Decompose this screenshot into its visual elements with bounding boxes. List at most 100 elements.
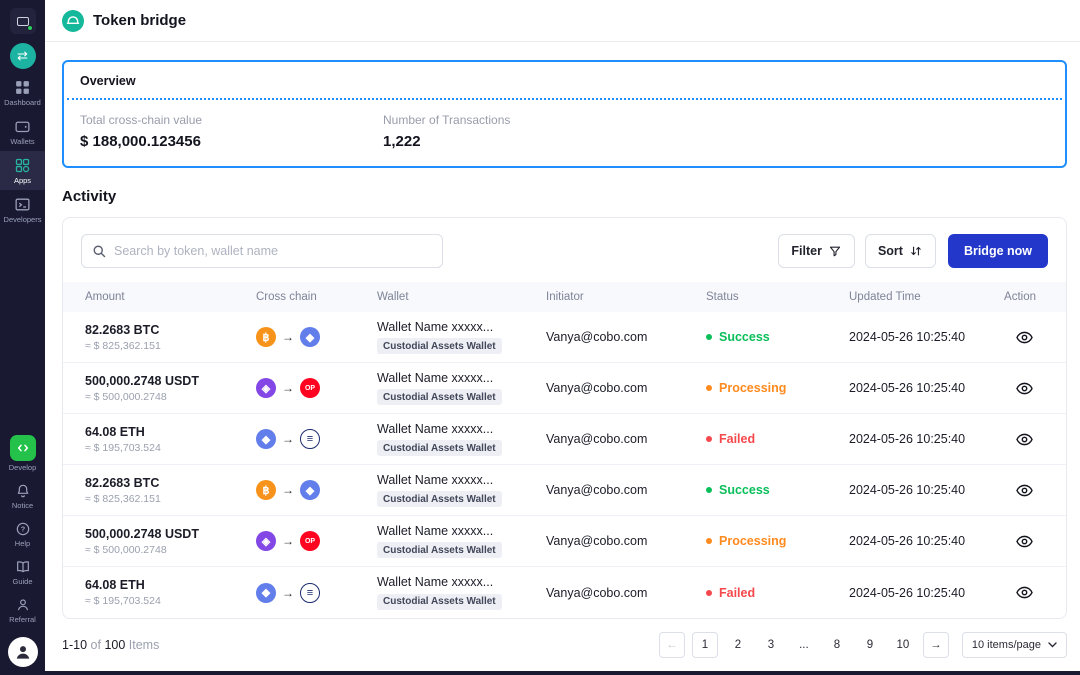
arrow-right-icon: → <box>282 586 294 600</box>
wallets-icon <box>14 118 31 135</box>
amount-cell: 82.2683 BTC≈ $ 825,362.151 <box>85 323 256 352</box>
action-cell <box>999 328 1044 347</box>
sidebar-item-wallets[interactable]: Wallets <box>0 112 45 151</box>
filter-button-label: Filter <box>791 244 822 258</box>
view-details-button[interactable] <box>1015 430 1034 449</box>
amount-usd-value: ≈ $ 500,000.2748 <box>85 391 256 403</box>
search-box[interactable] <box>81 234 443 268</box>
token-bridge-icon <box>62 10 84 32</box>
sidebar-item-label: Wallets <box>10 137 34 146</box>
view-details-button[interactable] <box>1015 481 1034 500</box>
page-button[interactable]: 3 <box>758 632 784 658</box>
column-header-status: Status <box>706 291 849 303</box>
overview-title: Overview <box>64 72 1065 98</box>
arrow-right-icon: → <box>930 639 942 651</box>
sidebar-item-label: Apps <box>14 176 31 185</box>
chevron-down-icon <box>1048 642 1057 648</box>
items-per-page-select[interactable]: 10 items/page <box>962 632 1067 658</box>
cross-chain-cell: ◈→OP <box>256 531 377 551</box>
search-input[interactable] <box>114 244 432 258</box>
view-details-button[interactable] <box>1015 583 1034 602</box>
status-dot <box>706 538 712 544</box>
logo-status-dot <box>27 25 33 31</box>
sidebar-item-label: Develop <box>9 463 37 472</box>
initiator-cell: Vanya@cobo.com <box>546 483 706 497</box>
updated-time-cell: 2024-05-26 10:25:40 <box>849 586 999 600</box>
table-row: 82.2683 BTC≈ $ 825,362.151฿→◆Wallet Name… <box>63 312 1066 363</box>
filter-button[interactable]: Filter <box>778 234 855 268</box>
bridge-now-label: Bridge now <box>964 244 1032 258</box>
initiator-cell: Vanya@cobo.com <box>546 586 706 600</box>
wallet-cell: Wallet Name xxxxx...Custodial Assets Wal… <box>377 524 546 559</box>
sidebar-item-notice[interactable]: Notice <box>0 477 45 515</box>
wallet-name: Wallet Name xxxxx... <box>377 320 546 334</box>
amount-value: 500,000.2748 USDT <box>85 374 256 388</box>
amount-cell: 500,000.2748 USDT ≈ $ 500,000.2748 <box>85 374 256 403</box>
svg-text:?: ? <box>20 525 25 534</box>
page-controls: ← 123... 89 10 → 10 items/page <box>659 632 1067 658</box>
sidebar-item-dashboard[interactable]: Dashboard <box>0 73 45 112</box>
sort-button[interactable]: Sort <box>865 234 936 268</box>
sidebar-item-referral[interactable]: Referral <box>0 591 45 629</box>
table-header: Amount Cross chain Wallet Initiator Stat… <box>63 282 1066 312</box>
sidebar-item-guide[interactable]: Guide <box>0 553 45 591</box>
amount-value: 82.2683 BTC <box>85 323 256 337</box>
page-button[interactable]: 9 <box>857 632 883 658</box>
amount-value: 64.08 ETH <box>85 425 256 439</box>
eth-coin-icon: ◆ <box>256 429 276 449</box>
page-button[interactable]: 10 <box>890 632 916 658</box>
amount-usd-value: ≈ $ 195,703.524 <box>85 442 256 454</box>
wallet-type-badge: Custodial Assets Wallet <box>377 491 502 507</box>
view-details-button[interactable] <box>1015 328 1034 347</box>
user-avatar[interactable] <box>8 637 38 667</box>
table-row: 64.08 ETH≈ $ 195,703.524◆→≡Wallet Name x… <box>63 567 1066 618</box>
sidebar-item-label: Developers <box>4 215 42 224</box>
wallet-cell: Wallet Name xxxxx...Custodial Assets Wal… <box>377 473 546 508</box>
sidebar-item-label: Guide <box>12 577 32 586</box>
wallet-type-badge: Custodial Assets Wallet <box>377 440 502 456</box>
column-header-amount: Amount <box>85 291 256 303</box>
page-button[interactable]: 2 <box>725 632 751 658</box>
activity-title: Activity <box>62 188 1067 205</box>
wallet-type-badge: Custodial Assets Wallet <box>377 542 502 558</box>
book-icon <box>15 559 31 575</box>
items-per-page-value: 10 items/page <box>972 639 1041 651</box>
sidebar-item-develop[interactable]: Develop <box>0 429 45 477</box>
pagination-range: 1-10 <box>62 638 87 652</box>
app-logo[interactable] <box>10 8 36 34</box>
toolbar: Filter Sort Bridge now <box>63 234 1066 282</box>
initiator-cell: Vanya@cobo.com <box>546 534 706 548</box>
apps-icon <box>14 157 31 174</box>
pagination-total: 100 <box>104 638 125 652</box>
sidebar-item-help[interactable]: ? Help <box>0 515 45 553</box>
dashboard-icon <box>14 79 31 96</box>
column-header-cross-chain: Cross chain <box>256 291 377 303</box>
wallet-cell: Wallet Name xxxxx...Custodial Assets Wal… <box>377 575 546 610</box>
view-details-button[interactable] <box>1015 379 1034 398</box>
sidebar-item-apps[interactable]: Apps <box>0 151 45 190</box>
page-ellipsis: ... <box>791 632 817 658</box>
column-header-wallet: Wallet <box>377 291 546 303</box>
page-button[interactable]: 8 <box>824 632 850 658</box>
arrow-right-icon: → <box>282 483 294 497</box>
updated-time-cell: 2024-05-26 10:25:40 <box>849 381 999 395</box>
view-details-button[interactable] <box>1015 532 1034 551</box>
status-cell: Success <box>706 330 849 344</box>
sort-icon <box>909 244 923 258</box>
table-row: 500,000.2748 USDT≈ $ 500,000.2748◈→OPWal… <box>63 363 1066 414</box>
sidebar-item-developers[interactable]: Developers <box>0 190 45 229</box>
content: Overview Total cross-chain value $ 188,0… <box>45 42 1080 658</box>
prev-page-button[interactable]: ← <box>659 632 685 658</box>
action-cell <box>999 583 1044 602</box>
status-cell: Processing <box>706 534 849 548</box>
updated-time-cell: 2024-05-26 10:25:40 <box>849 330 999 344</box>
page-button[interactable]: 1 <box>692 632 718 658</box>
status-text: Processing <box>719 381 786 395</box>
overview-card[interactable]: Overview Total cross-chain value $ 188,0… <box>62 60 1067 168</box>
amount-cell: 500,000.2748 USDT≈ $ 500,000.2748 <box>85 527 256 556</box>
swap-icon[interactable]: ⇄ <box>10 43 36 69</box>
bridge-now-button[interactable]: Bridge now <box>948 234 1048 268</box>
stat-label: Total cross-chain value <box>80 113 383 127</box>
next-page-button[interactable]: → <box>923 632 949 658</box>
amount-usd-value: ≈ $ 195,703.524 <box>85 595 256 607</box>
